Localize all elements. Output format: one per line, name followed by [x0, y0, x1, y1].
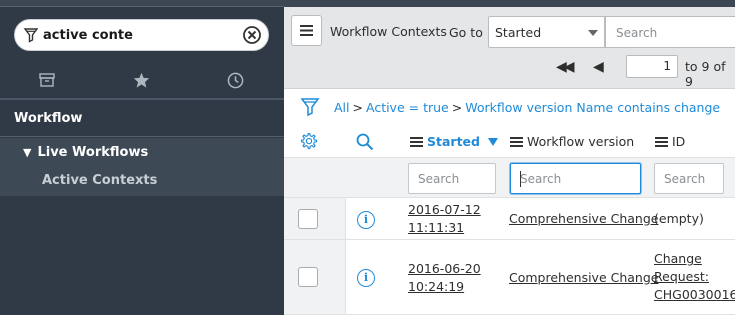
id-line: Request:	[654, 269, 709, 284]
cell-id: (empty)	[654, 211, 704, 226]
cell-workflow-version[interactable]: Comprehensive Change	[509, 269, 658, 287]
search-placeholder: Search	[664, 172, 706, 186]
archive-box-icon	[39, 73, 55, 87]
cell-started[interactable]: 2016-07-12 11:11:31	[408, 201, 481, 237]
navigator-tabs	[0, 62, 284, 98]
started-date: 2016-07-12	[408, 202, 481, 217]
previous-page-icon[interactable]: ◀	[593, 59, 604, 75]
column-label-workflow-version: Workflow version	[527, 134, 635, 149]
table-row: i 2016-07-12 11:11:31 Comprehensive Chan…	[284, 198, 735, 240]
info-icon[interactable]: i	[357, 269, 375, 287]
filter-icon[interactable]	[300, 97, 320, 117]
goto-label: Go to	[449, 25, 483, 40]
goto-field-select[interactable]: Started	[488, 16, 605, 48]
navigator-filter-input[interactable]: active conte	[14, 19, 269, 51]
star-icon	[133, 72, 149, 88]
column-menu-icon[interactable]	[510, 136, 523, 147]
nav-submenu: ▼ Live Workflows Active Contexts	[0, 138, 284, 196]
row-checkbox[interactable]	[298, 267, 318, 287]
list-menu-button[interactable]	[291, 15, 322, 46]
nav-item-active-contexts[interactable]: Active Contexts	[42, 173, 157, 188]
search-placeholder: Search	[520, 172, 562, 186]
search-placeholder: Search	[418, 172, 460, 186]
breadcrumb-separator: >	[451, 99, 463, 115]
gear-icon[interactable]	[300, 132, 318, 150]
chevron-down-icon	[588, 30, 598, 36]
nav-top-strip	[0, 0, 284, 7]
breadcrumb-separator: >	[352, 99, 363, 115]
tab-history[interactable]	[188, 62, 282, 98]
navigator-panel: active conte Workflow ▼ Live Workflows A…	[0, 0, 284, 315]
started-time: 11:11:31	[408, 220, 465, 235]
column-header-workflow-version[interactable]: Workflow version	[510, 134, 634, 149]
tab-favorites[interactable]	[94, 62, 188, 98]
goto-field-value: Started	[495, 25, 542, 40]
id-search-input[interactable]: Search	[654, 163, 724, 194]
workflow-version-search-input[interactable]: Search	[510, 163, 641, 194]
breadcrumb: All > Active = true > Workflow version N…	[300, 96, 720, 118]
nav-group-label: Live Workflows	[37, 145, 149, 160]
list-search-input[interactable]: Search	[605, 16, 735, 48]
main-top-strip	[284, 0, 735, 7]
hamburger-icon	[300, 25, 313, 36]
search-icon[interactable]	[356, 133, 374, 151]
column-menu-icon[interactable]	[655, 136, 668, 147]
page-range-text: to 9 of 9	[685, 59, 726, 89]
list-header: Workflow Contexts Go to Started Search ◀…	[284, 7, 735, 89]
started-time: 10:24:19	[408, 279, 465, 294]
expand-triangle-icon: ▼	[23, 146, 32, 159]
column-header-id[interactable]: ID	[655, 134, 685, 149]
page-number-input[interactable]: 1	[626, 55, 678, 78]
clear-filter-icon[interactable]	[242, 25, 262, 45]
search-placeholder: Search	[616, 26, 658, 40]
list-view: Workflow Contexts Go to Started Search ◀…	[284, 0, 735, 315]
column-search-row: Search Search Search	[284, 157, 735, 198]
column-header-row: Started Workflow version ID	[284, 125, 735, 157]
filter-text: active conte	[43, 28, 133, 43]
sort-descending-icon	[487, 137, 498, 146]
id-line: CHG0030016	[654, 287, 735, 302]
info-icon[interactable]: i	[357, 211, 375, 229]
column-label-id: ID	[672, 134, 686, 149]
started-date: 2016-06-20	[408, 261, 481, 276]
cell-workflow-version[interactable]: Comprehensive Change	[509, 210, 658, 228]
row-checkbox[interactable]	[298, 209, 318, 229]
column-header-started[interactable]: Started	[410, 134, 498, 149]
page-title: Workflow Contexts	[330, 24, 447, 39]
nav-section-workflow[interactable]: Workflow	[0, 100, 284, 137]
nav-group-live-workflows[interactable]: ▼ Live Workflows	[23, 145, 148, 160]
filter-icon	[23, 28, 39, 43]
started-search-input[interactable]: Search	[408, 163, 496, 194]
table-row: i 2016-06-20 10:24:19 Comprehensive Chan…	[284, 240, 735, 315]
cell-id[interactable]: Change Request: CHG0030016	[654, 250, 735, 304]
first-page-icon[interactable]: ◀◀	[556, 59, 574, 75]
column-label-started: Started	[427, 134, 480, 149]
breadcrumb-version-condition[interactable]: Workflow version Name contains change	[465, 100, 720, 115]
tab-all-apps[interactable]	[0, 62, 94, 98]
breadcrumb-active-condition[interactable]: Active = true	[366, 100, 449, 115]
breadcrumb-all[interactable]: All	[334, 100, 350, 115]
clock-icon	[227, 72, 243, 88]
cell-started[interactable]: 2016-06-20 10:24:19	[408, 260, 481, 296]
column-menu-icon[interactable]	[410, 136, 423, 147]
id-line: Change	[654, 251, 702, 266]
